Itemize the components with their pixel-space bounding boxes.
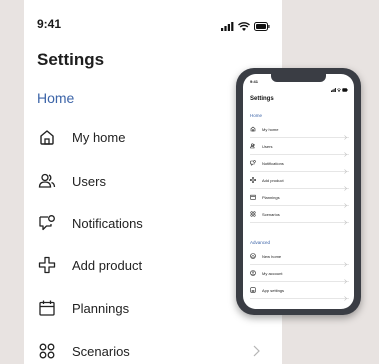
settings-item-new-home[interactable]: New home <box>250 248 349 267</box>
page-title: Settings <box>37 50 105 69</box>
status-bar: 9:41 <box>37 17 270 31</box>
settings-item-label: Users <box>262 143 273 149</box>
home-icon <box>250 126 256 132</box>
chevron-right-icon <box>344 288 347 306</box>
status-time: 9:41 <box>37 17 62 31</box>
notifications-icon <box>250 160 256 166</box>
settings-item-label: App settings <box>262 287 285 293</box>
wifi-icon <box>337 79 341 97</box>
add-product-icon <box>37 255 57 275</box>
scenarios-icon <box>250 211 256 217</box>
users-icon <box>250 143 256 149</box>
settings-item-app-settings[interactable]: App settings <box>250 282 349 301</box>
settings-item-label: Add product <box>262 177 284 183</box>
home-icon <box>250 253 256 259</box>
user-circle-icon <box>250 270 256 276</box>
scenarios-icon <box>37 341 57 361</box>
notifications-icon <box>37 213 57 233</box>
settings-item-label: New home <box>262 253 282 259</box>
settings-item-label: Plannings <box>262 194 280 200</box>
signal-icon <box>221 18 234 36</box>
chevron-right-icon <box>344 212 347 230</box>
status-icons <box>331 79 348 97</box>
wifi-icon <box>238 18 250 36</box>
calendar-icon <box>37 298 57 318</box>
settings-item-scenarios[interactable]: Scenarios <box>250 206 349 225</box>
add-product-icon <box>250 177 256 183</box>
chevron-right-icon <box>253 344 260 362</box>
users-icon <box>37 171 57 191</box>
settings-item-label: My home <box>72 129 126 145</box>
status-time: 9:41 <box>250 79 259 84</box>
settings-item-add-product[interactable]: Add product <box>250 172 349 191</box>
settings-item-my-account[interactable]: My account <box>250 265 349 284</box>
page-title: Settings <box>250 96 274 102</box>
settings-item-label: Scenarios <box>72 343 130 359</box>
settings-item-label: Users <box>72 173 106 189</box>
section-advanced-label: Advanced <box>250 240 271 245</box>
settings-item-label: Add product <box>72 257 143 273</box>
settings-item-scenarios[interactable]: Scenarios <box>37 330 270 364</box>
settings-item-plannings[interactable]: Plannings <box>250 189 349 208</box>
home-icon <box>37 127 57 147</box>
calendar-icon <box>250 194 256 200</box>
section-home-label: Home <box>250 113 263 118</box>
battery-icon <box>342 79 348 97</box>
section-home-label: Home <box>37 90 75 106</box>
phone-mockup: 9:41 Settings Home My home Users Notific… <box>236 68 361 315</box>
settings-item-label: My account <box>262 270 283 276</box>
settings-item-notifications[interactable]: Notifications <box>250 155 349 174</box>
phone-screen: 9:41 Settings Home My home Users Notific… <box>243 74 354 309</box>
settings-item-label: Notifications <box>262 160 284 166</box>
settings-item-label: Plannings <box>72 300 130 316</box>
app-settings-icon <box>250 287 256 293</box>
settings-item-my-home[interactable]: My home <box>250 121 349 140</box>
signal-icon <box>331 79 336 97</box>
phone-notch <box>271 74 326 82</box>
settings-item-users[interactable]: Users <box>250 138 349 157</box>
settings-item-label: Scenarios <box>262 211 280 217</box>
battery-icon <box>254 18 270 36</box>
settings-item-label: My home <box>262 126 279 132</box>
settings-item-label: Notifications <box>72 215 143 231</box>
